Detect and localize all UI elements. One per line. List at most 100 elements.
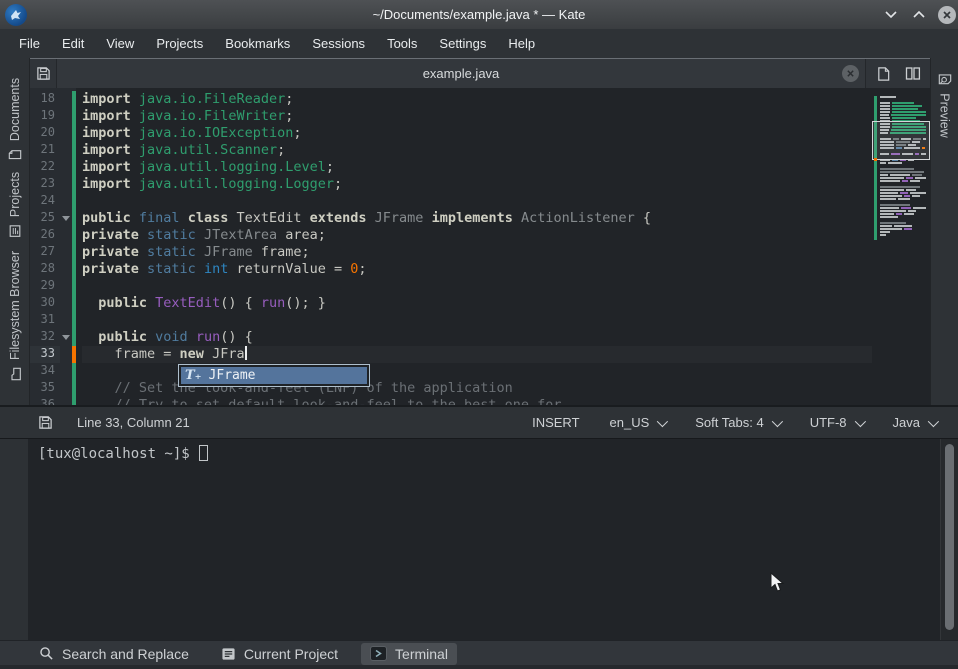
menu-item-edit[interactable]: Edit <box>51 32 95 55</box>
line-number: 28 <box>30 261 60 278</box>
terminal-prompt: [tux@localhost ~]$ <box>38 446 190 462</box>
completion-item-jframe[interactable]: T₊JFrame <box>181 367 367 384</box>
code-line-20[interactable]: import java.io.IOException; <box>82 125 930 142</box>
menu-item-bookmarks[interactable]: Bookmarks <box>214 32 301 55</box>
new-document-icon[interactable] <box>872 63 894 85</box>
code-line-31[interactable] <box>82 312 930 329</box>
terminal-scrollbar[interactable] <box>940 439 958 640</box>
encoding-button[interactable]: UTF-8 <box>802 411 871 434</box>
search-and-replace-button[interactable]: Search and Replace <box>30 643 198 665</box>
tab-mode-label: Soft Tabs: 4 <box>695 415 763 430</box>
line-number: 25 <box>30 210 60 227</box>
code-line-21[interactable]: import java.util.Scanner; <box>82 142 930 159</box>
language-button[interactable]: Java <box>885 411 944 434</box>
line-number: 35 <box>30 380 60 397</box>
terminal-icon <box>370 646 387 661</box>
current-project-button[interactable]: Current Project <box>212 643 347 665</box>
code-line-24[interactable] <box>82 193 930 210</box>
minimap-scrollbar[interactable] <box>872 88 930 405</box>
preview-icon <box>937 72 952 86</box>
language-label: Java <box>893 415 920 430</box>
code-line-22[interactable]: import java.util.logging.Level; <box>82 159 930 176</box>
code-line-27[interactable]: private static JFrame frame; <box>82 244 930 261</box>
minimize-button[interactable] <box>882 6 900 24</box>
code-line-23[interactable]: import java.util.logging.Logger; <box>82 176 930 193</box>
title-bar[interactable]: ~/Documents/example.java * — Kate <box>0 0 958 29</box>
code-line-33[interactable]: frame = new JFra <box>82 346 930 363</box>
line-number: 30 <box>30 295 60 312</box>
code-line-26[interactable]: private static JTextArea area; <box>82 227 930 244</box>
sidebar-tab-filesystem-browser[interactable]: Filesystem Browser <box>0 246 29 386</box>
left-sidebar: DocumentsProjectsFilesystem Browser <box>0 58 30 405</box>
menu-item-file[interactable]: File <box>8 32 51 55</box>
split-view-icon[interactable] <box>902 63 924 85</box>
line-number: 19 <box>30 108 60 125</box>
line-number: 24 <box>30 193 60 210</box>
code-line-30[interactable]: public TextEdit() { run(); } <box>82 295 930 312</box>
fold-arrow-icon[interactable] <box>62 335 70 340</box>
insert-mode-button[interactable]: INSERT <box>524 411 587 434</box>
code-line-25[interactable]: public final class TextEdit extends JFra… <box>82 210 930 227</box>
code-line-19[interactable]: import java.io.FileWriter; <box>82 108 930 125</box>
code-folding-column[interactable] <box>60 88 72 405</box>
code-line-18[interactable]: import java.io.FileReader; <box>82 91 930 108</box>
class-type-icon: T₊ <box>185 368 202 383</box>
line-number-gutter: 18192021222324252627282930313233343536 <box>30 88 60 405</box>
projects-icon <box>8 224 22 238</box>
menu-item-sessions[interactable]: Sessions <box>301 32 376 55</box>
current-project-label: Current Project <box>244 646 338 662</box>
fold-arrow-icon[interactable] <box>62 216 70 221</box>
sidebar-tab-label: Preview <box>938 93 952 137</box>
code-line-28[interactable]: private static int returnValue = 0; <box>82 261 930 278</box>
tab-close-icon[interactable] <box>842 65 859 82</box>
terminal-panel[interactable]: [tux@localhost ~]$ <box>28 439 940 640</box>
search-and-replace-label: Search and Replace <box>62 646 189 662</box>
menu-item-help[interactable]: Help <box>497 32 546 55</box>
sidebar-tab-preview[interactable]: Preview <box>931 60 958 150</box>
sidebar-tab-projects[interactable]: Projects <box>0 160 29 250</box>
save-status-icon <box>38 415 53 430</box>
document-tab[interactable]: example.java <box>57 59 866 88</box>
menu-item-projects[interactable]: Projects <box>145 32 214 55</box>
menu-item-view[interactable]: View <box>95 32 145 55</box>
menu-item-tools[interactable]: Tools <box>376 32 428 55</box>
sidebar-tab-documents[interactable]: Documents <box>0 70 29 170</box>
line-number: 29 <box>30 278 60 295</box>
insert-mode-label: INSERT <box>532 415 579 430</box>
code-line-29[interactable] <box>82 278 930 295</box>
cursor-position-label: Line 33, Column 21 <box>77 415 190 430</box>
terminal-button[interactable]: Terminal <box>361 643 457 665</box>
chevron-down-icon <box>771 415 782 426</box>
code-line-32[interactable]: public void run() { <box>82 329 930 346</box>
status-bar: Line 33, Column 21 INSERT en_US Soft Tabs:… <box>0 405 958 438</box>
sidebar-tab-label: Filesystem Browser <box>8 251 22 360</box>
minimap-viewport[interactable] <box>872 121 930 160</box>
code-line-36[interactable]: // Try to set default look-and-feel to t… <box>82 397 930 405</box>
code-area[interactable]: import java.io.FileReader;import java.io… <box>76 88 930 405</box>
line-number: 27 <box>30 244 60 261</box>
terminal-scrollbar-thumb[interactable] <box>945 444 954 630</box>
line-number: 22 <box>30 159 60 176</box>
minimap-modified-notch <box>874 158 877 161</box>
dictionary-button[interactable]: en_US <box>602 411 674 434</box>
autocomplete-popup: T₊JFrame <box>178 364 370 387</box>
kate-window: ~/Documents/example.java * — Kate FileEd… <box>0 0 958 669</box>
line-number: 34 <box>30 363 60 380</box>
chevron-down-icon <box>854 415 865 426</box>
chevron-down-icon <box>657 415 668 426</box>
tab-mode-button[interactable]: Soft Tabs: 4 <box>687 411 787 434</box>
bottom-toolview-bar: Search and Replace Current Project Termina… <box>0 640 958 669</box>
line-number: 18 <box>30 91 60 108</box>
window-title: ~/Documents/example.java * — Kate <box>0 7 958 22</box>
menu-item-settings[interactable]: Settings <box>428 32 497 55</box>
maximize-button[interactable] <box>910 6 928 24</box>
folder-icon <box>8 367 21 381</box>
tab-bar: example.java <box>30 59 930 88</box>
line-number: 26 <box>30 227 60 244</box>
line-number: 21 <box>30 142 60 159</box>
close-button[interactable] <box>938 6 956 24</box>
dictionary-label: en_US <box>610 415 650 430</box>
chevron-down-icon <box>928 415 939 426</box>
minimap-modified-strip <box>874 96 877 240</box>
code-editor[interactable]: 18192021222324252627282930313233343536 i… <box>30 88 930 405</box>
